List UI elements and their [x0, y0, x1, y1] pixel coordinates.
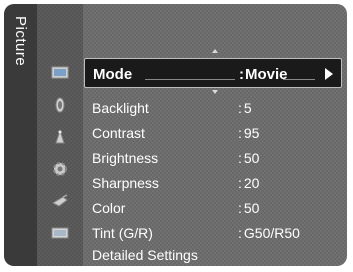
scroll-down-arrow-icon[interactable]	[212, 90, 218, 94]
menu-item-brightness[interactable]: Brightness 50	[92, 150, 342, 170]
item-label: Contrast	[92, 125, 145, 141]
submenu-arrow-icon[interactable]	[325, 68, 333, 80]
menu-item-backlight[interactable]: Backlight 5	[92, 100, 342, 120]
menu-item-sharpness[interactable]: Sharpness 20	[92, 175, 342, 195]
item-label: Color	[92, 200, 126, 216]
item-value: 50	[238, 150, 260, 166]
mode-label: Mode	[93, 66, 133, 83]
menu-item-color[interactable]: Color 50	[92, 200, 342, 220]
item-label: Tint (G/R)	[92, 225, 153, 241]
setup-icon[interactable]	[51, 160, 69, 178]
divider	[283, 79, 315, 80]
tv-menu-window: Picture Mode Movie	[4, 4, 347, 266]
menu-item-tint[interactable]: Tint (G/R) G50/R50	[92, 225, 342, 245]
item-label: Brightness	[92, 150, 159, 166]
menu-item-contrast[interactable]: Contrast 95	[92, 125, 342, 145]
item-label: Detailed Settings	[92, 247, 198, 263]
sound-icon[interactable]	[51, 96, 69, 114]
support-icon[interactable]	[51, 224, 69, 242]
menu-item-detailed-settings[interactable]: Detailed Settings	[92, 247, 342, 266]
divider	[145, 79, 235, 80]
scroll-up-arrow-icon[interactable]	[212, 49, 218, 53]
mode-value: Movie	[239, 66, 288, 83]
settings-menu: Mode Movie Backlight 5 Contrast 95 Brigh…	[84, 4, 347, 266]
item-value: 5	[238, 100, 252, 116]
menu-item-mode[interactable]: Mode Movie	[84, 58, 342, 88]
category-tab: Picture	[4, 4, 37, 266]
icon-column	[37, 4, 83, 266]
category-label: Picture	[12, 16, 29, 67]
channel-icon[interactable]	[51, 128, 69, 146]
item-value: G50/R50	[238, 225, 300, 241]
item-label: Sharpness	[92, 175, 159, 191]
item-value: 20	[238, 175, 260, 191]
item-value: 50	[238, 200, 260, 216]
picture-icon[interactable]	[51, 64, 69, 82]
item-value: 95	[238, 125, 260, 141]
input-icon[interactable]	[51, 192, 69, 210]
item-label: Backlight	[92, 100, 149, 116]
